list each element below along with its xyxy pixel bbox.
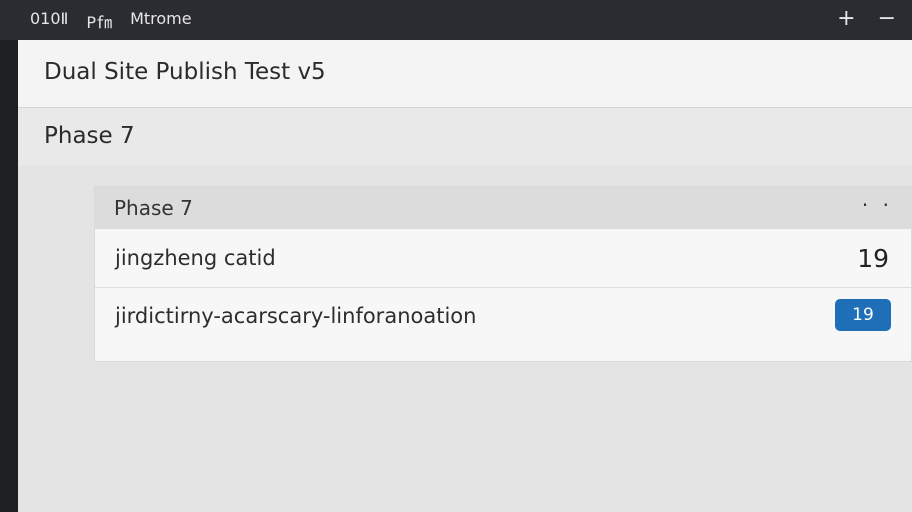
count-badge: 19 (835, 299, 891, 331)
page-title: Phase 7 (44, 123, 135, 149)
minus-icon[interactable]: − (878, 6, 896, 31)
top-bar-item-2[interactable]: P㎙ (86, 9, 112, 33)
top-bar-left: 010Ⅱ P㎙ Mtrome (30, 9, 192, 33)
top-bar-item-1[interactable]: 010Ⅱ (30, 9, 68, 33)
phase-card: Phase 7 · · jingzheng catid 19 jirdictir… (94, 186, 912, 362)
window-controls: + − (837, 6, 896, 31)
card-header: Phase 7 · · (95, 187, 911, 229)
list-item-label: jirdictirny-acarscary-linforanoation (115, 304, 477, 328)
more-options-icon[interactable]: · · (862, 193, 893, 217)
card-title: Phase 7 (114, 196, 193, 220)
content-area: Phase 7 · · jingzheng catid 19 jirdictir… (18, 166, 912, 512)
app-header: Dual Site Publish Test v5 (18, 40, 912, 108)
plus-icon[interactable]: + (837, 6, 855, 31)
list-item[interactable]: jirdictirny-acarscary-linforanoation 19 (95, 288, 911, 348)
list-item-count: 19 (857, 244, 889, 273)
top-bar-item-3[interactable]: Mtrome (130, 9, 192, 33)
page-title-bar: Phase 7 (18, 108, 912, 166)
top-bar: 010Ⅱ P㎙ Mtrome + − (0, 0, 912, 40)
app-title: Dual Site Publish Test v5 (44, 59, 326, 85)
list-item[interactable]: jingzheng catid 19 (95, 230, 911, 288)
app-screen: Dual Site Publish Test v5 Phase 7 Phase … (18, 40, 912, 512)
list-item-label: jingzheng catid (115, 246, 276, 270)
